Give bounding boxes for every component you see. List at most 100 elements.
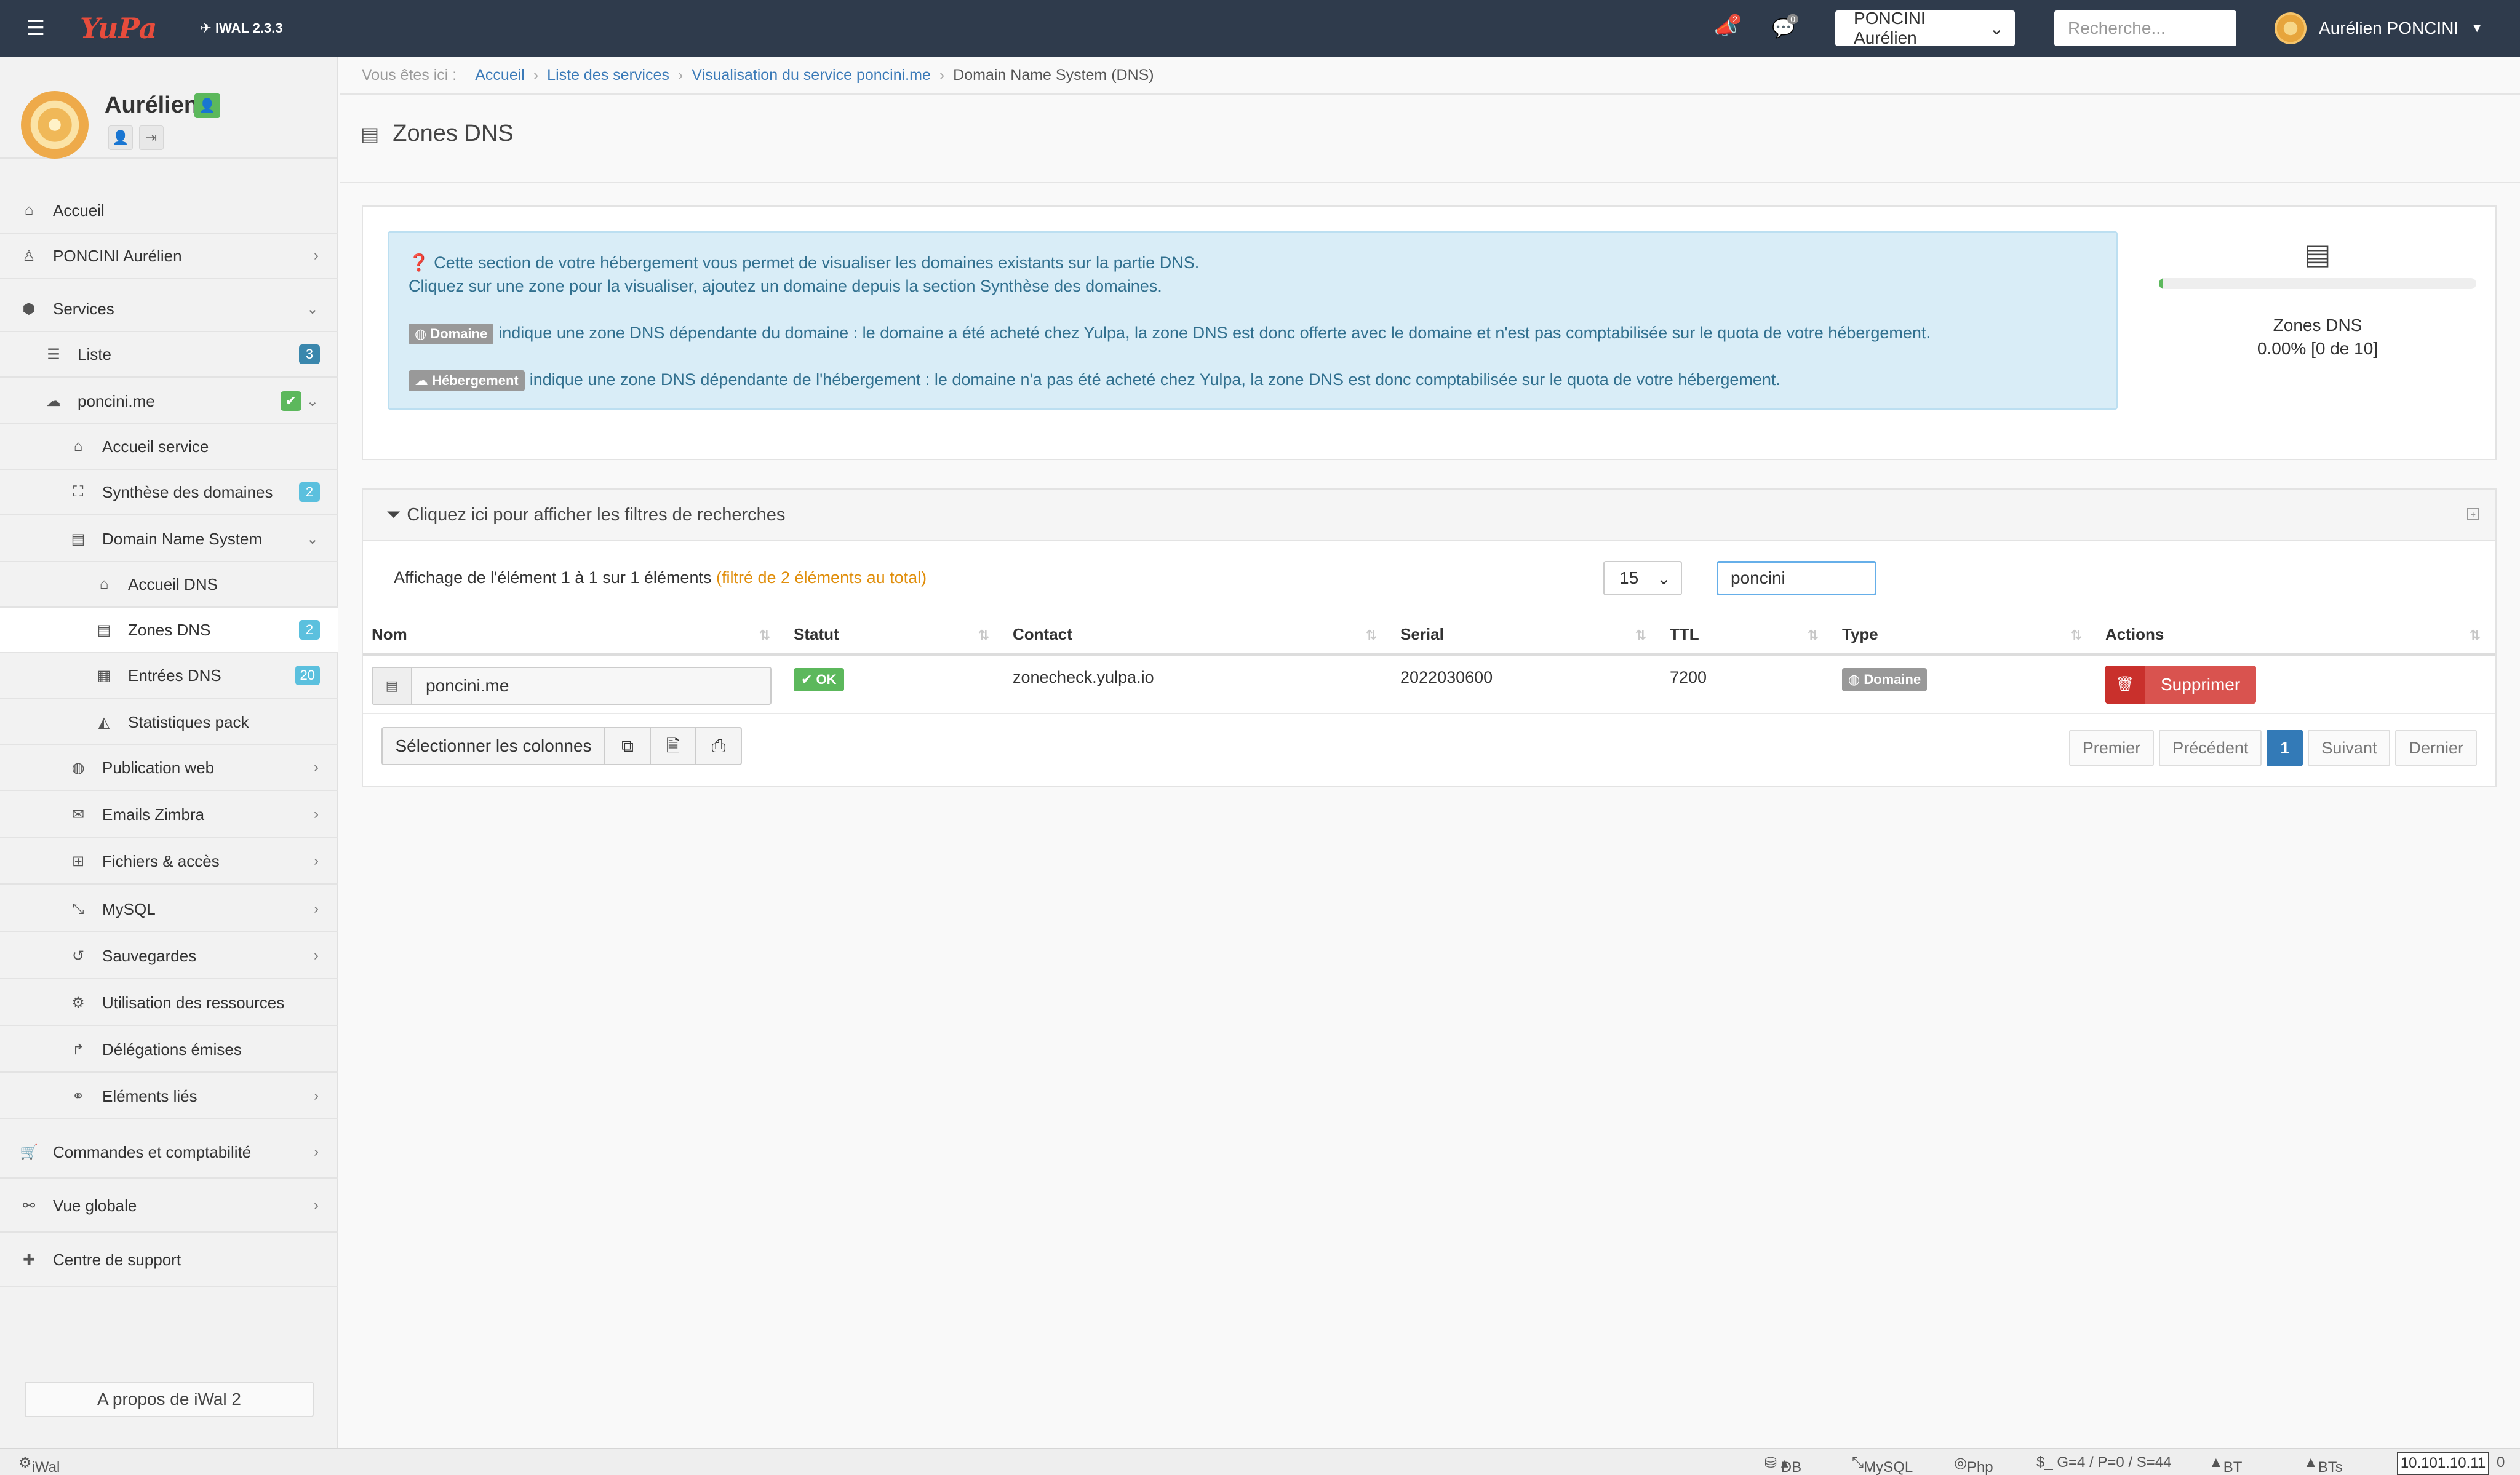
global-search-input[interactable]: Recherche... — [2054, 10, 2237, 46]
trash-icon: 🗑 — [2105, 666, 2145, 704]
filter-toggle-label: Cliquez ici pour afficher les filtres de… — [407, 504, 786, 525]
sidebar: Aurélien 👤 👤 ⇥ ⌂ Accueil ♙ PONCINI Aurélie… — [0, 57, 338, 1448]
count-badge: 2 — [299, 620, 320, 640]
account-select[interactable]: PONCINI Aurélien ⌄ — [1835, 9, 2016, 47]
sidebar-item-label: Domain Name System — [102, 529, 263, 548]
app-version: ✈ IWAL 2.3.3 — [200, 20, 283, 36]
info-line-2: Cliquez sur une zone pour la visualiser,… — [409, 277, 1162, 295]
sidebar-item-mysql[interactable]: ⤡ MySQL › — [0, 887, 338, 932]
user-menu[interactable]: Aurélien PONCINI ▼ — [2275, 12, 2483, 44]
select-columns-button[interactable]: Sélectionner les colonnes — [381, 727, 605, 765]
sort-icon: ⇅ — [978, 627, 989, 643]
logout-icon[interactable]: ⇥ — [139, 125, 164, 150]
column-header-type[interactable]: Type ⇅ — [1833, 615, 2097, 656]
hebergement-label: ☁ Hébergement — [409, 370, 525, 391]
sidebar-item-label: poncini.me — [78, 391, 155, 410]
sidebar-item-dns[interactable]: ▤ Domain Name System ⌄ — [0, 517, 338, 562]
pagination-prev[interactable]: Précédent — [2159, 730, 2262, 766]
sidebar-item-stats-pack[interactable]: ◭ Statistiques pack — [0, 700, 338, 745]
home-icon: ⌂ — [99, 576, 109, 592]
expand-icon[interactable]: + — [2467, 508, 2479, 520]
table-row[interactable]: ▤ poncini.me ✔ OK zonecheck.yulpa.io 2022… — [363, 654, 2495, 714]
pagination-first[interactable]: Premier — [2068, 730, 2155, 766]
print-icon[interactable]: ⎙ — [695, 727, 742, 765]
megaphone-icon[interactable]: 📣 2 — [1707, 14, 1744, 39]
breadcrumb-item[interactable]: Liste des services — [547, 66, 669, 84]
sidebar-item-label: Accueil — [53, 201, 105, 220]
column-header-statut[interactable]: Statut ⇅ — [785, 615, 1004, 656]
column-header-label: Actions — [2105, 624, 2164, 643]
sidebar-item-accueil[interactable]: ⌂ Accueil — [0, 188, 338, 234]
sidebar-item-emails[interactable]: ✉ Emails Zimbra › — [0, 792, 338, 838]
pagination-next[interactable]: Suivant — [2308, 730, 2391, 766]
cell-type: ◍ Domaine — [1833, 654, 2097, 714]
footer-php[interactable]: ◎ Php — [1954, 1454, 1993, 1475]
sidebar-item-entrees-dns[interactable]: ▦ Entrées DNS 20 — [0, 653, 338, 699]
about-button[interactable]: A propos de iWal 2 — [25, 1382, 314, 1417]
zones-table: Nom ⇅ Statut ⇅ Contact ⇅ Serial ⇅ TTL ⇅ Type ⇅… — [363, 615, 2495, 714]
sidebar-item-publication[interactable]: ◍ Publication web › — [0, 745, 338, 791]
sidebar-item-synthese[interactable]: ⛶ Synthèse des domaines 2 — [0, 470, 338, 515]
delete-button[interactable]: 🗑 Supprimer — [2105, 666, 2257, 704]
copy-icon[interactable]: ⧉ — [604, 727, 651, 765]
table-info: Affichage de l'élément 1 à 1 sur 1 éléme… — [394, 568, 927, 587]
profile-user-icon[interactable]: 👤 — [108, 125, 133, 150]
chevron-right-icon: › — [314, 759, 319, 776]
footer-version: ⚙ iWal 2.3.3 | 0.838 s — [18, 1454, 60, 1475]
sidebar-item-liste[interactable]: ☰ Liste 3 — [0, 332, 338, 378]
sidebar-item-label: Synthèse des domaines — [102, 482, 273, 501]
sidebar-item-services[interactable]: ⬢ Services ⌄ — [0, 287, 338, 332]
zone-link-button[interactable]: ▤ poncini.me — [372, 667, 772, 705]
sidebar-item-delegations[interactable]: ↱ Délégations émises — [0, 1027, 338, 1073]
table-search-input[interactable]: poncini — [1717, 561, 1876, 595]
footer-version-text: iWal 2.3.3 | 0.838 s — [31, 1459, 60, 1475]
pagination-last[interactable]: Dernier — [2395, 730, 2477, 766]
sidebar-item-sauvegardes[interactable]: ↺ Sauvegardes › — [0, 934, 338, 979]
column-header-nom[interactable]: Nom ⇅ — [363, 615, 785, 656]
footer-db[interactable]: ⛁ DB ▴ — [1764, 1454, 1801, 1475]
brand-logo[interactable]: YuPa — [80, 12, 157, 45]
sidebar-item-commandes[interactable]: 🛒 Commandes et comptabilité › — [0, 1127, 338, 1179]
chevron-down-icon: ⌄ — [1656, 568, 1671, 588]
page-length-select[interactable]: 15 ⌄ — [1603, 561, 1682, 595]
sidebar-item-accueil-service[interactable]: ⌂ Accueil service — [0, 424, 338, 470]
sidebar-item-label: Vue globale — [53, 1196, 137, 1215]
footer-mysql[interactable]: ⤡ MySQL — [1852, 1454, 1913, 1475]
csv-file-icon[interactable]: 🗎 — [650, 727, 696, 765]
sort-icon: ⇅ — [1365, 627, 1377, 643]
sidebar-item-zones-dns[interactable]: ▤ Zones DNS 2 — [0, 608, 338, 653]
sort-icon: ⇅ — [2469, 627, 2481, 643]
menu-toggle-icon[interactable]: ☰ — [16, 16, 55, 41]
cloud-icon: ☁ — [46, 392, 61, 410]
column-header-label: Serial — [1400, 624, 1444, 643]
column-header-actions[interactable]: Actions ⇅ — [2097, 615, 2495, 656]
sidebar-item-fichiers[interactable]: ⊞ Fichiers & accès › — [0, 839, 338, 885]
column-header-contact[interactable]: Contact ⇅ — [1004, 615, 1392, 656]
info-alert: ❓ Cette section de votre hébergement vou… — [388, 231, 2118, 410]
pagination-current[interactable]: 1 — [2267, 730, 2303, 766]
dolphin-icon: ⤡ — [72, 901, 84, 917]
footer-mysql-text: MySQL — [1864, 1459, 1913, 1475]
filter-toggle[interactable]: ⏷ Cliquez ici pour afficher les filtres … — [363, 490, 2495, 541]
breadcrumb-item[interactable]: Accueil — [475, 66, 525, 84]
column-header-serial[interactable]: Serial ⇅ — [1392, 615, 1661, 656]
sidebar-item-support[interactable]: ✚ Centre de support — [0, 1234, 338, 1287]
quota-value: 0.00% [0 de 10] — [2257, 339, 2378, 358]
sidebar-item-label: Entrées DNS — [128, 666, 221, 685]
breadcrumb-item[interactable]: Visualisation du service poncini.me — [692, 66, 931, 84]
sidebar-item-service[interactable]: ☁ poncini.me ✔ ⌄ — [0, 379, 338, 424]
sidebar-item-label: Emails Zimbra — [102, 805, 205, 824]
sidebar-item-vue-globale[interactable]: ⚯ Vue globale › — [0, 1180, 338, 1233]
folder-tree-icon: ⊞ — [71, 853, 85, 870]
sidebar-item-label: Centre de support — [53, 1250, 181, 1269]
sidebar-item-ressources[interactable]: ⚙ Utilisation des ressources — [0, 980, 338, 1026]
sort-icon: ⇅ — [1807, 627, 1819, 643]
sidebar-item-label: Accueil service — [102, 437, 209, 456]
messages-icon[interactable]: 💬 0 — [1765, 14, 1802, 39]
sidebar-item-elements-lies[interactable]: ⚭ Eléments liés › — [0, 1074, 338, 1119]
file-icon: ▦ — [97, 667, 111, 684]
column-header-ttl[interactable]: TTL ⇅ — [1661, 615, 1833, 656]
book-icon: ▤ — [361, 122, 380, 145]
sidebar-item-accueil-dns[interactable]: ⌂ Accueil DNS — [0, 562, 338, 608]
sidebar-item-account[interactable]: ♙ PONCINI Aurélien › — [0, 234, 338, 279]
